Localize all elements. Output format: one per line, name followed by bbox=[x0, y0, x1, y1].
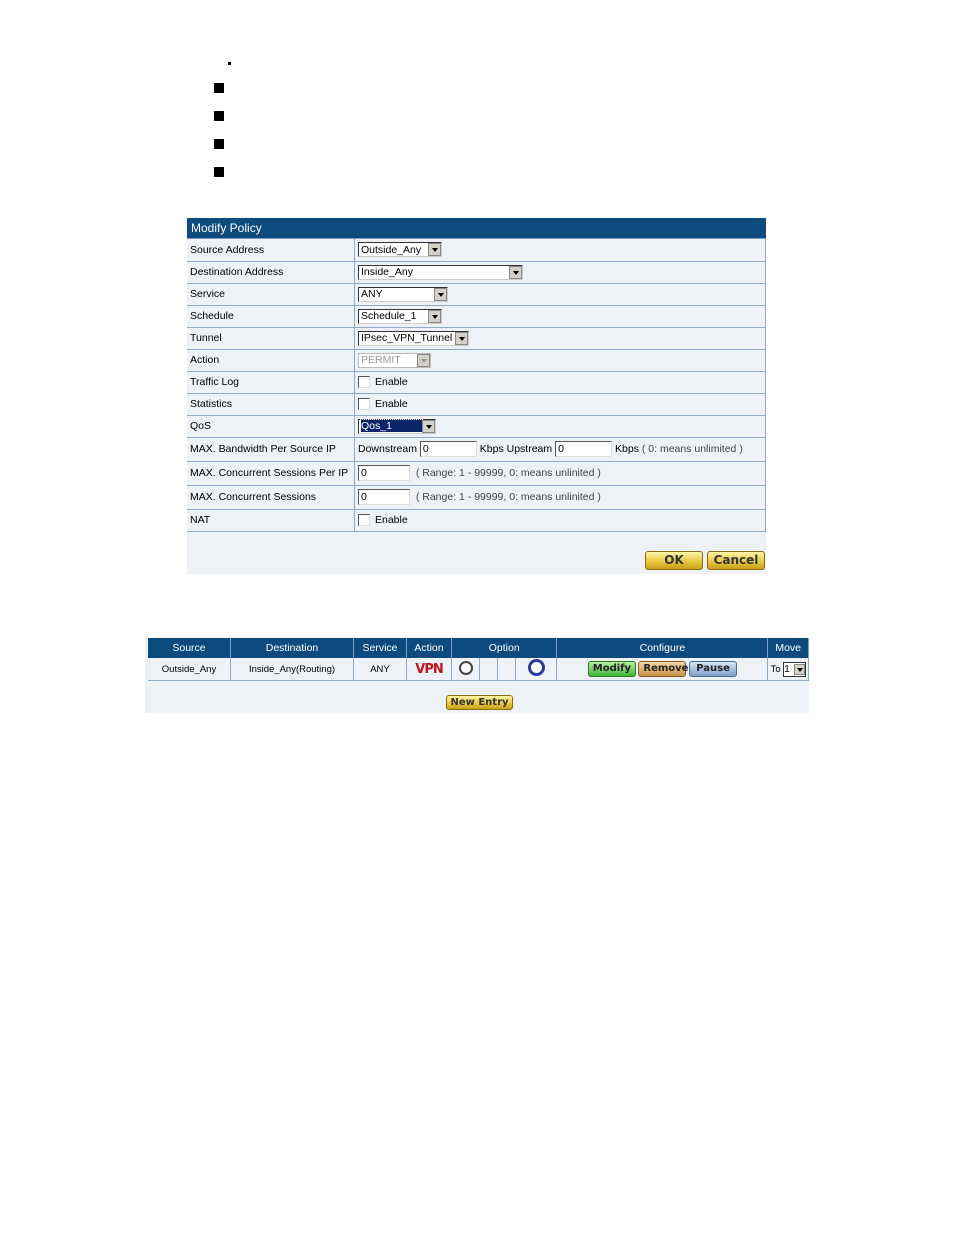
policy-table: Source Destination Service Action Option… bbox=[148, 638, 809, 681]
destination-address-select[interactable]: Inside_Any bbox=[358, 264, 523, 280]
label-max-sessions-per-ip: MAX. Concurrent Sessions Per IP bbox=[187, 461, 355, 486]
statistics-checkbox[interactable] bbox=[358, 398, 370, 411]
chevron-down-icon bbox=[428, 243, 441, 257]
downstream-input[interactable]: 0 bbox=[419, 441, 477, 457]
header-service: Service bbox=[353, 638, 407, 658]
label-service: Service bbox=[187, 283, 355, 306]
modify-button[interactable]: Modify bbox=[587, 661, 636, 677]
header-action: Action bbox=[406, 638, 452, 658]
action-select: PERMIT bbox=[358, 352, 431, 368]
tunnel-select[interactable]: IPsec_VPN_Tunnel bbox=[358, 330, 469, 346]
schedule-select[interactable]: Schedule_1 bbox=[358, 308, 442, 324]
bullet-square bbox=[214, 139, 224, 149]
bullet-square bbox=[214, 111, 224, 121]
policy-list-panel: Source Destination Service Action Option… bbox=[145, 638, 809, 713]
panel-title: Modify Policy bbox=[187, 218, 766, 239]
qos-select[interactable]: Qos_1 bbox=[358, 418, 436, 434]
chevron-down-icon bbox=[793, 663, 805, 675]
chevron-down-icon bbox=[455, 331, 468, 345]
move-to-label: To bbox=[770, 663, 781, 675]
header-configure: Configure bbox=[556, 638, 769, 658]
chevron-down-icon bbox=[428, 309, 441, 323]
nat-enable-label: Enable bbox=[375, 513, 408, 526]
label-tunnel: Tunnel bbox=[187, 327, 355, 350]
label-schedule: Schedule bbox=[187, 305, 355, 328]
move-select[interactable]: 1 bbox=[783, 661, 806, 677]
max-sessions-per-ip-input[interactable]: 0 bbox=[358, 465, 410, 481]
source-address-select[interactable]: Outside_Any bbox=[358, 242, 442, 258]
statistics-enable-label: Enable bbox=[375, 397, 408, 410]
chevron-down-icon bbox=[509, 265, 522, 279]
traffic-log-enable-label: Enable bbox=[375, 375, 408, 388]
cell-service: ANY bbox=[353, 658, 407, 681]
label-statistics: Statistics bbox=[187, 393, 355, 416]
label-source-address: Source Address bbox=[187, 239, 355, 262]
vpn-action-icon: VPN bbox=[415, 661, 443, 677]
header-source: Source bbox=[148, 638, 231, 658]
upstream-label: Kbps Upstream bbox=[479, 442, 553, 455]
label-nat: NAT bbox=[187, 509, 355, 532]
modify-policy-panel: Modify Policy Source Address Outside_Any… bbox=[187, 218, 766, 574]
bullet-square bbox=[214, 167, 224, 177]
tunnel-loop-icon bbox=[527, 659, 545, 676]
bullet-square bbox=[214, 83, 224, 93]
max-sessions-input[interactable]: 0 bbox=[358, 489, 410, 505]
pause-button[interactable]: Pause bbox=[689, 661, 738, 677]
policy-form: Source Address Outside_Any Destination A… bbox=[187, 239, 766, 532]
label-action: Action bbox=[187, 349, 355, 372]
label-qos: QoS bbox=[187, 415, 355, 438]
chevron-down-icon bbox=[417, 353, 430, 367]
label-destination-address: Destination Address bbox=[187, 261, 355, 284]
table-row: Outside_Any Inside_Any(Routing) ANY VPN … bbox=[148, 658, 809, 681]
ok-button[interactable]: OK bbox=[645, 551, 703, 570]
bandwidth-hint: ( 0: means unlimited ) bbox=[641, 442, 743, 455]
cancel-button[interactable]: Cancel bbox=[707, 551, 765, 570]
header-destination: Destination bbox=[230, 638, 354, 658]
sessions-per-ip-hint: ( Range: 1 - 99999, 0: means unlinited ) bbox=[415, 466, 601, 479]
upstream-input[interactable]: 0 bbox=[555, 441, 613, 457]
schedule-clock-icon bbox=[458, 660, 473, 675]
remove-button[interactable]: Remove bbox=[638, 661, 688, 677]
sessions-hint: ( Range: 1 - 99999, 0: means unlinited ) bbox=[415, 490, 601, 503]
downstream-label: Downstream bbox=[358, 442, 417, 455]
cell-destination: Inside_Any(Routing) bbox=[230, 658, 354, 681]
kbps-label: Kbps bbox=[615, 442, 639, 455]
header-move: Move bbox=[767, 638, 809, 658]
label-max-bandwidth: MAX. Bandwidth Per Source IP bbox=[187, 437, 355, 462]
chevron-down-icon bbox=[434, 287, 447, 301]
service-select[interactable]: ANY bbox=[358, 286, 448, 302]
cell-source: Outside_Any bbox=[148, 658, 231, 681]
traffic-log-checkbox[interactable] bbox=[358, 376, 370, 389]
new-entry-button[interactable]: New Entry bbox=[446, 695, 513, 710]
label-traffic-log: Traffic Log bbox=[187, 371, 355, 394]
bullet-dot bbox=[228, 62, 231, 65]
label-max-sessions: MAX. Concurrent Sessions bbox=[187, 485, 355, 510]
nat-checkbox[interactable] bbox=[358, 514, 370, 527]
chevron-down-icon bbox=[422, 419, 435, 433]
header-option: Option bbox=[451, 638, 558, 658]
